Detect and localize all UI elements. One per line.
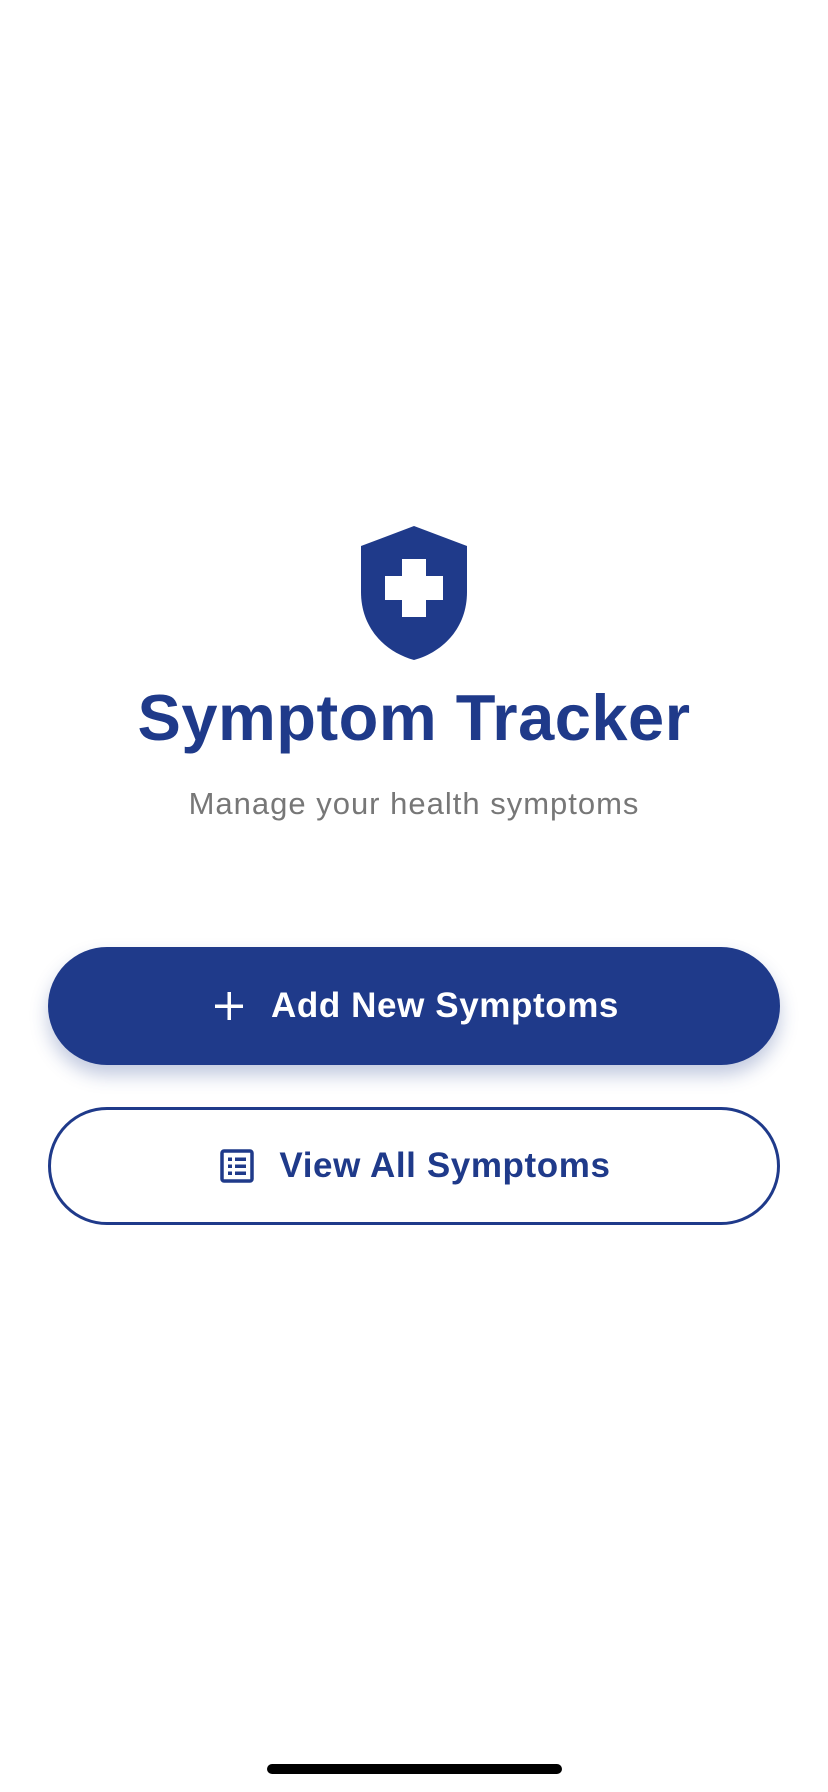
add-new-symptoms-label: Add New Symptoms — [271, 986, 619, 1025]
view-all-symptoms-button[interactable]: View All Symptoms — [48, 1107, 780, 1225]
home-screen: Symptom Tracker Manage your health sympt… — [0, 0, 828, 1792]
app-subtitle: Manage your health symptoms — [188, 786, 640, 821]
plus-icon — [209, 986, 249, 1026]
app-title: Symptom Tracker — [137, 681, 691, 754]
list-icon — [217, 1146, 257, 1186]
view-all-symptoms-label: View All Symptoms — [279, 1146, 611, 1185]
home-indicator — [267, 1764, 562, 1774]
add-new-symptoms-button[interactable]: Add New Symptoms — [48, 947, 780, 1065]
shield-plus-icon — [359, 526, 469, 660]
